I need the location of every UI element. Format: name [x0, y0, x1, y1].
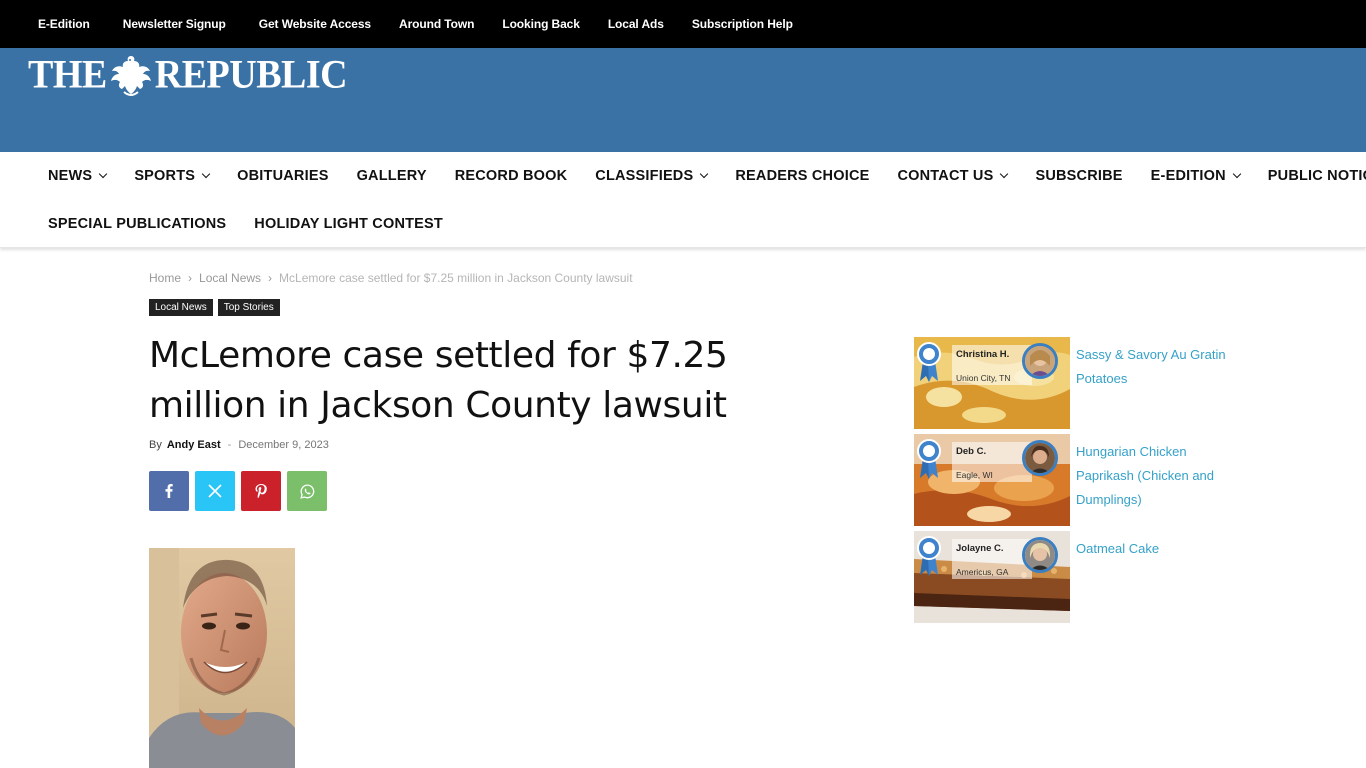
- topbar-link-local-ads[interactable]: Local Ads: [608, 17, 664, 31]
- topbar-link-around-town[interactable]: Around Town: [399, 17, 474, 31]
- chevron-down-icon: [1000, 169, 1009, 179]
- nav-item-readers-choice[interactable]: READERS CHOICE: [735, 168, 869, 184]
- topbar-link-looking-back[interactable]: Looking Back: [502, 17, 580, 31]
- chevron-down-icon: [700, 169, 709, 179]
- byline-by: By: [149, 439, 162, 451]
- breadcrumb: Home › Local News › McLemore case settle…: [149, 271, 633, 285]
- breadcrumb-local-news[interactable]: Local News: [199, 271, 261, 285]
- recipe-title-link[interactable]: Hungarian Chicken Paprikash (Chicken and…: [1076, 440, 1226, 512]
- eagle-emblem-icon: [110, 56, 151, 96]
- nav-item-e-edition[interactable]: E-EDITION: [1150, 168, 1242, 184]
- nav-row-1: NEWS SPORTS OBITUARIES GALLERY RECORD BO…: [48, 152, 1366, 200]
- nav-item-holiday-light-contest[interactable]: HOLIDAY LIGHT CONTEST: [254, 216, 443, 232]
- nav-label: SPORTS: [134, 168, 196, 184]
- x-icon: [208, 484, 222, 498]
- recipe-thumbnail[interactable]: Deb C. Eagle, WI: [914, 434, 1070, 526]
- main-navigation: NEWS SPORTS OBITUARIES GALLERY RECORD BO…: [0, 152, 1366, 248]
- breadcrumb-home[interactable]: Home: [149, 271, 181, 285]
- breadcrumb-separator: ›: [188, 271, 193, 285]
- breadcrumb-separator: ›: [268, 271, 273, 285]
- chevron-down-icon: [99, 169, 108, 179]
- recipe-thumbnail[interactable]: Christina H. Union City, TN: [914, 337, 1070, 429]
- recipe-author-name: Jolayne C.: [956, 543, 1004, 554]
- recipe-author-name: Deb C.: [956, 446, 987, 457]
- nav-row-2: SPECIAL PUBLICATIONS HOLIDAY LIGHT CONTE…: [48, 200, 471, 248]
- nav-item-contact-us[interactable]: CONTACT US: [897, 168, 1009, 184]
- nav-item-news[interactable]: NEWS: [48, 168, 108, 184]
- nav-label: NEWS: [48, 168, 93, 184]
- share-pinterest-button[interactable]: [241, 471, 281, 511]
- nav-item-record-book[interactable]: RECORD BOOK: [455, 168, 568, 184]
- logo-word-republic: REPUBLIC: [154, 52, 348, 98]
- recipe-item: Deb C. Eagle, WI Hungarian Chicken Papri…: [914, 434, 1234, 526]
- topbar-link-e-edition[interactable]: E-Edition: [38, 17, 90, 31]
- chevron-down-icon: [1232, 169, 1242, 179]
- nav-label: CLASSIFIEDS: [595, 168, 694, 184]
- nav-label: GALLERY: [356, 168, 427, 184]
- recipe-author-location: Union City, TN: [956, 373, 1011, 383]
- nav-label: CONTACT US: [897, 168, 994, 184]
- facebook-icon: [165, 484, 173, 498]
- top-bar: E-Edition Newsletter Signup Get Website …: [0, 0, 1366, 48]
- author-avatar: [1022, 537, 1058, 573]
- site-logo[interactable]: THE REPUBLIC: [28, 52, 348, 98]
- byline-dash: -: [227, 439, 232, 451]
- breadcrumb-current: McLemore case settled for $7.25 million …: [279, 271, 633, 285]
- nav-item-obituaries[interactable]: OBITUARIES: [237, 168, 328, 184]
- article-date: December 9, 2023: [238, 439, 329, 451]
- author-link[interactable]: Andy East: [167, 439, 221, 451]
- topbar-link-newsletter-signup[interactable]: Newsletter Signup: [123, 17, 226, 31]
- share-whatsapp-button[interactable]: [287, 471, 327, 511]
- category-tags: Local News Top Stories: [149, 299, 285, 316]
- ribbon-award-icon: [917, 342, 941, 382]
- recipe-title-link[interactable]: Sassy & Savory Au Gratin Potatoes: [1076, 343, 1226, 391]
- chevron-down-icon: [201, 169, 211, 179]
- topbar-link-subscription-help[interactable]: Subscription Help: [692, 17, 793, 31]
- pinterest-icon: [255, 484, 267, 498]
- author-avatar: [1022, 343, 1058, 379]
- share-facebook-button[interactable]: [149, 471, 189, 511]
- recipe-author-location: Eagle, WI: [956, 470, 993, 480]
- recipe-thumbnail[interactable]: Jolayne C. Americus, GA: [914, 531, 1070, 623]
- nav-item-special-publications[interactable]: SPECIAL PUBLICATIONS: [48, 216, 226, 232]
- nav-item-gallery[interactable]: GALLERY: [357, 168, 427, 184]
- ribbon-award-icon: [917, 439, 941, 479]
- share-buttons: [149, 471, 333, 511]
- topbar-link-get-website-access[interactable]: Get Website Access: [259, 17, 371, 31]
- ribbon-award-icon: [917, 536, 941, 576]
- nav-label: OBITUARIES: [237, 168, 329, 184]
- nav-item-sports[interactable]: SPORTS: [134, 168, 211, 184]
- tag-local-news[interactable]: Local News: [149, 299, 213, 316]
- whatsapp-icon: [299, 483, 314, 499]
- nav-label: READERS CHOICE: [735, 168, 870, 184]
- article-title: McLemore case settled for $7.25 million …: [149, 335, 728, 426]
- portrait-image: [149, 548, 295, 768]
- nav-item-public-notices[interactable]: PUBLIC NOTICES: [1268, 168, 1366, 184]
- recipe-item: Christina H. Union City, TN Sassy & Savo…: [914, 337, 1234, 429]
- recipe-author-location: Americus, GA: [956, 567, 1009, 577]
- nav-label: E-EDITION: [1150, 168, 1226, 184]
- recipe-item: Jolayne C. Americus, GA Oatmeal Cake: [914, 531, 1234, 623]
- article-byline: By Andy East - December 9, 2023: [149, 439, 329, 451]
- nav-item-subscribe[interactable]: SUBSCRIBE: [1035, 168, 1122, 184]
- recipe-author-name: Christina H.: [956, 349, 1010, 360]
- nav-label: RECORD BOOK: [454, 168, 568, 184]
- nav-label: PUBLIC NOTICES: [1267, 168, 1366, 184]
- nav-label: SUBSCRIBE: [1035, 168, 1123, 184]
- logo-word-the: THE: [28, 52, 107, 98]
- nav-label: SPECIAL PUBLICATIONS: [48, 216, 227, 232]
- article-photo[interactable]: [149, 548, 295, 768]
- share-x-button[interactable]: [195, 471, 235, 511]
- nav-item-classifieds[interactable]: CLASSIFIEDS: [595, 168, 709, 184]
- nav-label: HOLIDAY LIGHT CONTEST: [254, 216, 443, 232]
- recipe-sidebar: Christina H. Union City, TN Sassy & Savo…: [914, 337, 1234, 628]
- author-avatar: [1022, 440, 1058, 476]
- tag-top-stories[interactable]: Top Stories: [217, 299, 280, 316]
- recipe-title-link[interactable]: Oatmeal Cake: [1076, 537, 1226, 561]
